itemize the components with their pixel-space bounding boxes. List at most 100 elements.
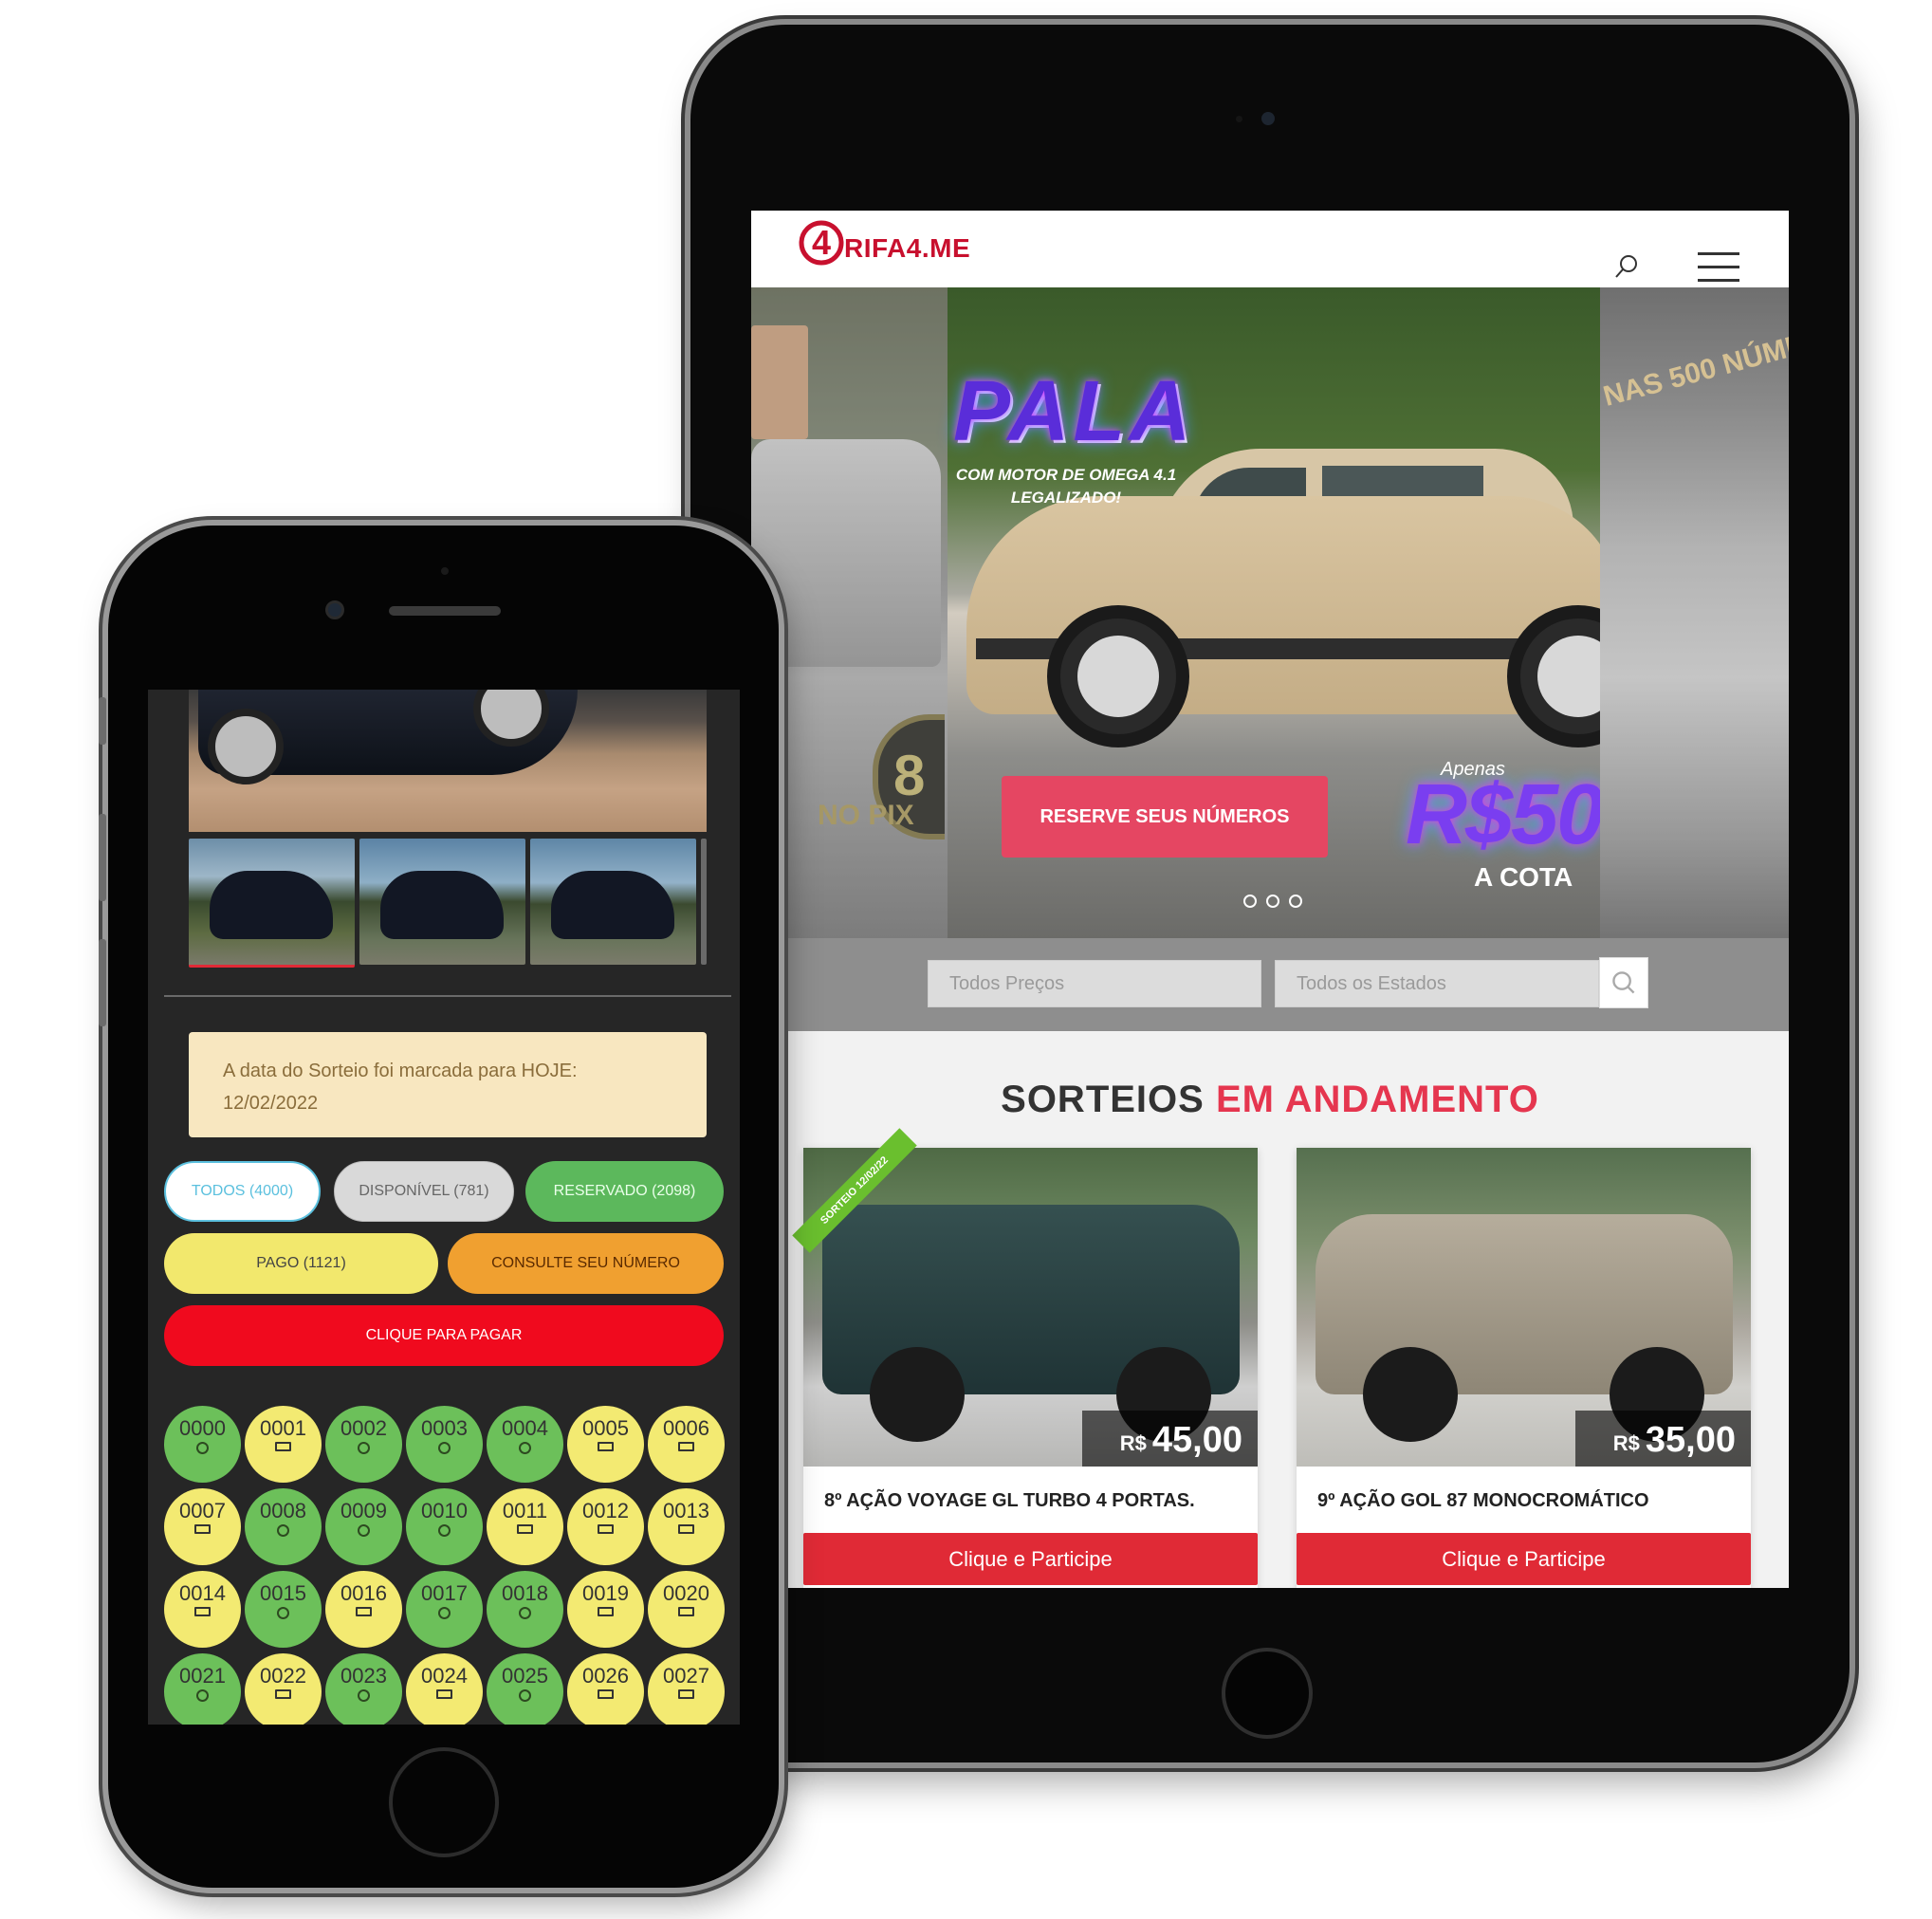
raffle-card-title[interactable]: 8º AÇÃO VOYAGE GL TURBO 4 PORTAS. xyxy=(824,1490,1195,1512)
raffle-number-reservado[interactable]: 0017 xyxy=(406,1571,483,1648)
raffle-number-label: 0016 xyxy=(340,1581,387,1605)
raffle-number-pago[interactable]: 0016 xyxy=(325,1571,402,1648)
slide-dim-overlay xyxy=(1600,287,1789,938)
money-icon xyxy=(517,1524,533,1534)
state-filter-select[interactable]: Todos os Estados xyxy=(1275,960,1599,1007)
price-value: 35,00 xyxy=(1645,1420,1736,1460)
raffle-card-image[interactable]: R$ 45,00 SORTEIO 12/02/22 xyxy=(792,1128,1258,1467)
raffle-card[interactable]: R$ 45,00 SORTEIO 12/02/22 8º AÇÃO VOYAGE… xyxy=(792,1128,1258,1588)
raffle-number-reservado[interactable]: 0015 xyxy=(245,1571,322,1648)
carousel-dots xyxy=(1243,895,1329,913)
search-icon[interactable] xyxy=(1612,252,1641,281)
money-icon xyxy=(598,1607,614,1616)
car-image xyxy=(380,871,504,939)
raffle-number-reservado[interactable]: 0023 xyxy=(325,1653,402,1725)
carousel-slide-active[interactable]: PALA COM MOTOR DE OMEGA 4.1 LEGALIZADO! … xyxy=(948,287,1649,938)
phone-volume-up-button[interactable] xyxy=(99,814,106,901)
clock-icon xyxy=(438,1607,451,1619)
carousel-dot[interactable] xyxy=(1243,895,1257,908)
reserve-numbers-button[interactable]: RESERVE SEUS NÚMEROS xyxy=(1002,776,1328,858)
carousel-dot[interactable] xyxy=(1289,895,1302,908)
raffle-number-reservado[interactable]: 0004 xyxy=(487,1406,563,1483)
price-value: 45,00 xyxy=(1151,1420,1242,1460)
raffle-number-reservado[interactable]: 0025 xyxy=(487,1653,563,1725)
raffle-number-pago[interactable]: 0024 xyxy=(406,1653,483,1725)
car-wheel xyxy=(1363,1347,1458,1442)
logo-icon[interactable]: 4 xyxy=(799,220,844,266)
product-main-image[interactable] xyxy=(189,690,707,832)
filter-all-button[interactable]: TODOS (4000) xyxy=(164,1161,321,1222)
raffle-number-reservado[interactable]: 0003 xyxy=(406,1406,483,1483)
phone-volume-down-button[interactable] xyxy=(99,939,106,1026)
clock-icon xyxy=(277,1524,289,1537)
carousel-dot[interactable] xyxy=(1266,895,1279,908)
raffle-number-pago[interactable]: 0005 xyxy=(567,1406,644,1483)
filter-available-button[interactable]: DISPONÍVEL (781) xyxy=(334,1161,514,1222)
raffle-number-pago[interactable]: 0001 xyxy=(245,1406,322,1483)
phone-camera xyxy=(325,600,344,619)
site-header: 4 RIFA4.ME xyxy=(751,211,1789,287)
filter-bar: Todos Preços Todos os Estados xyxy=(751,938,1789,1031)
raffle-number-pago[interactable]: 0013 xyxy=(648,1488,725,1565)
clock-icon xyxy=(196,1689,209,1702)
raffle-number-pago[interactable]: 0019 xyxy=(567,1571,644,1648)
raffle-number-reservado[interactable]: 0000 xyxy=(164,1406,241,1483)
thumbnail-image[interactable] xyxy=(359,839,525,965)
raffle-number-label: 0021 xyxy=(179,1664,226,1688)
money-icon xyxy=(678,1524,694,1534)
raffle-number-reservado[interactable]: 0008 xyxy=(245,1488,322,1565)
raffle-number-pago[interactable]: 0012 xyxy=(567,1488,644,1565)
raffle-number-reservado[interactable]: 0010 xyxy=(406,1488,483,1565)
tablet-home-button[interactable] xyxy=(1222,1648,1313,1739)
money-icon xyxy=(678,1689,694,1699)
thumbnail-image[interactable] xyxy=(701,839,707,965)
raffle-number-label: 0004 xyxy=(502,1416,548,1440)
raffle-number-pago[interactable]: 0020 xyxy=(648,1571,725,1648)
price-filter-select[interactable]: Todos Preços xyxy=(928,960,1261,1007)
raffle-price-tag: R$ 35,00 xyxy=(1574,1411,1751,1467)
phone-mute-switch[interactable] xyxy=(99,697,106,745)
clock-icon xyxy=(358,1442,370,1454)
filter-search-button[interactable] xyxy=(1599,957,1648,1008)
phone-screen: A data do Sorteio foi marcada para HOJE:… xyxy=(148,690,740,1725)
clock-icon xyxy=(438,1524,451,1537)
draw-date-alert: A data do Sorteio foi marcada para HOJE:… xyxy=(189,1032,707,1137)
participate-button[interactable]: Clique e Participe xyxy=(1297,1533,1751,1585)
money-icon xyxy=(598,1689,614,1699)
raffle-number-label: 0010 xyxy=(421,1499,468,1522)
price-currency: R$ xyxy=(1119,1431,1147,1455)
raffle-number-label: 0006 xyxy=(663,1416,709,1440)
phone-speaker xyxy=(389,606,501,616)
raffle-card-image[interactable]: R$ 35,00 xyxy=(1297,1148,1751,1467)
raffle-number-label: 0012 xyxy=(582,1499,629,1522)
hamburger-menu-icon[interactable] xyxy=(1698,252,1739,285)
participate-button[interactable]: Clique e Participe xyxy=(803,1533,1258,1585)
raffle-number-pago[interactable]: 0027 xyxy=(648,1653,725,1725)
filter-paid-button[interactable]: PAGO (1121) xyxy=(164,1233,438,1294)
raffle-number-pago[interactable]: 0014 xyxy=(164,1571,241,1648)
logo-text[interactable]: RIFA4.ME xyxy=(844,233,970,264)
money-icon xyxy=(275,1442,291,1451)
raffle-number-pago[interactable]: 0007 xyxy=(164,1488,241,1565)
phone-home-button[interactable] xyxy=(389,1747,499,1857)
raffle-number-label: 0027 xyxy=(663,1664,709,1688)
ongoing-raffles-section: SORTEIOS EM ANDAMENTO R$ 45,00 SORTEIO 1… xyxy=(751,1031,1789,1588)
raffle-number-reservado[interactable]: 0002 xyxy=(325,1406,402,1483)
thumbnail-image[interactable] xyxy=(530,839,696,965)
raffle-card-title[interactable]: 9º AÇÃO GOL 87 MONOCROMÁTICO xyxy=(1317,1490,1649,1512)
money-icon xyxy=(194,1607,211,1616)
raffle-number-reservado[interactable]: 0021 xyxy=(164,1653,241,1725)
thumbnail-image[interactable] xyxy=(189,839,355,968)
raffle-number-pago[interactable]: 0006 xyxy=(648,1406,725,1483)
raffle-number-pago[interactable]: 0011 xyxy=(487,1488,563,1565)
raffle-number-pago[interactable]: 0026 xyxy=(567,1653,644,1725)
click-to-pay-button[interactable]: CLIQUE PARA PAGAR xyxy=(164,1305,724,1366)
raffle-number-pago[interactable]: 0022 xyxy=(245,1653,322,1725)
check-number-button[interactable]: CONSULTE SEU NÚMERO xyxy=(448,1233,724,1294)
raffle-number-reservado[interactable]: 0018 xyxy=(487,1571,563,1648)
filter-reserved-button[interactable]: RESERVADO (2098) xyxy=(525,1161,724,1222)
raffle-number-label: 0020 xyxy=(663,1581,709,1605)
raffle-number-reservado[interactable]: 0009 xyxy=(325,1488,402,1565)
raffle-card[interactable]: R$ 35,00 9º AÇÃO GOL 87 MONOCROMÁTICO Cl… xyxy=(1297,1148,1751,1588)
hero-carousel[interactable]: 8 NO PIX PALA COM MOTOR DE OMEGA 4.1 LEG… xyxy=(751,287,1789,938)
